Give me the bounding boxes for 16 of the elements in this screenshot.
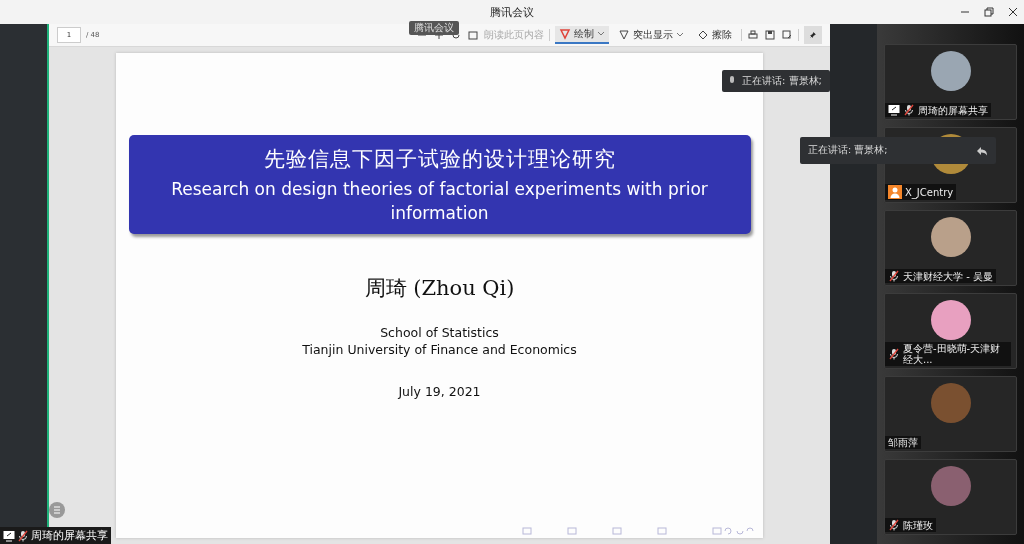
participant-name: 周琦的屏幕共享	[918, 104, 988, 116]
screen-share-name: 周琦的屏幕共享	[31, 528, 108, 543]
participant-name: 陈瑾玫	[903, 519, 933, 531]
window-title: 腾讯会议	[490, 4, 534, 20]
affiliation-line: Tianjin University of Finance and Economics	[302, 341, 577, 358]
participant-name: X_JCentry	[905, 186, 954, 198]
participant-name: 天津财经大学 - 吴曼	[903, 270, 993, 282]
participant-name: 夏令营-田晓萌-天津财经大...	[903, 343, 1002, 365]
participant-name: 邹雨萍	[888, 437, 918, 448]
affiliation-line: School of Statistics	[380, 324, 499, 341]
slide-title: 先验信息下因子试验的设计理论研究	[263, 146, 616, 173]
author-name: 周琦 (Zhou Qi)	[364, 275, 515, 302]
app-name-tooltip: 腾讯会议	[409, 21, 459, 35]
speaking-text: 正在讲话: 曹景林;	[742, 74, 822, 88]
slide-subtitle: Research on design theories of factorial experiments with prior information	[170, 178, 709, 225]
slide-date: July 19, 2021	[398, 384, 481, 399]
